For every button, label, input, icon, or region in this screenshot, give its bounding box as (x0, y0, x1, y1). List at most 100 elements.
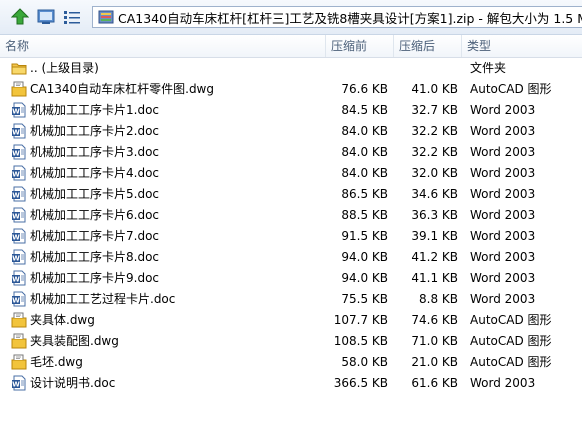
list-item[interactable]: W 机械加工工序卡片8.doc 94.0 KB 41.2 KB Word 2003 (0, 247, 582, 268)
file-type: Word 2003 (470, 292, 536, 306)
file-type: Word 2003 (470, 145, 536, 159)
svg-text:W: W (12, 381, 20, 389)
file-name: 机械加工工序卡片5.doc (30, 187, 160, 201)
file-size: 94.0 KB (341, 271, 388, 285)
file-type: Word 2003 (470, 229, 536, 243)
file-compressed-size (398, 58, 458, 79)
svg-text:W: W (12, 234, 20, 242)
column-compressed[interactable]: 压缩后 (394, 35, 462, 57)
file-type: Word 2003 (470, 271, 536, 285)
file-compressed-size: 34.6 KB (411, 187, 458, 201)
svg-text:W: W (12, 150, 20, 158)
file-type: Word 2003 (470, 208, 536, 222)
archive-icon (98, 10, 114, 24)
file-compressed-size: 32.0 KB (411, 166, 458, 180)
file-name: 毛坯.dwg (30, 355, 83, 369)
file-type: 文件夹 (470, 61, 507, 75)
list-item[interactable]: W 机械加工工序卡片3.doc 84.0 KB 32.2 KB Word 2003 (0, 142, 582, 163)
file-compressed-size: 21.0 KB (411, 355, 458, 369)
file-name: 机械加工工序卡片1.doc (30, 103, 160, 117)
file-size (326, 58, 388, 79)
file-name: 夹具体.dwg (30, 313, 95, 327)
file-size: 84.0 KB (341, 166, 388, 180)
view-icon[interactable] (35, 6, 57, 28)
file-size: 94.0 KB (341, 250, 388, 264)
file-type: Word 2003 (470, 376, 536, 390)
list-item[interactable]: W 机械加工工艺过程卡片.doc 75.5 KB 8.8 KB Word 2003 (0, 289, 582, 310)
file-type: AutoCAD 图形 (470, 334, 552, 348)
list-item[interactable]: W 机械加工工序卡片5.doc 86.5 KB 34.6 KB Word 2003 (0, 184, 582, 205)
list-item[interactable]: 夹具体.dwg 107.7 KB 74.6 KB AutoCAD 图形 (0, 310, 582, 331)
file-name: 机械加工工序卡片3.doc (30, 145, 160, 159)
list-item[interactable]: 毛坯.dwg 58.0 KB 21.0 KB AutoCAD 图形 (0, 352, 582, 373)
column-size[interactable]: 压缩前 (326, 35, 394, 57)
file-size: 107.7 KB (333, 313, 388, 327)
svg-text:W: W (12, 171, 20, 179)
svg-text:W: W (12, 213, 20, 221)
column-name[interactable]: 名称 (0, 35, 326, 57)
file-list: .. (上级目录) 文件夹 CA1340自动车床杠杆零件图.dwg 76.6 KB 41… (0, 58, 582, 394)
file-type: Word 2003 (470, 124, 536, 138)
file-compressed-size: 39.1 KB (411, 229, 458, 243)
svg-text:W: W (12, 255, 20, 263)
file-compressed-size: 74.6 KB (411, 313, 458, 327)
list-item[interactable]: W 机械加工工序卡片2.doc 84.0 KB 32.2 KB Word 2003 (0, 121, 582, 142)
file-compressed-size: 41.1 KB (411, 271, 458, 285)
file-compressed-size: 32.7 KB (411, 103, 458, 117)
file-name: .. (上级目录) (30, 61, 99, 75)
svg-text:W: W (12, 192, 20, 200)
file-type: Word 2003 (470, 187, 536, 201)
file-size: 84.0 KB (341, 145, 388, 159)
list-item[interactable]: W 机械加工工序卡片9.doc 94.0 KB 41.1 KB Word 2003 (0, 268, 582, 289)
file-compressed-size: 32.2 KB (411, 124, 458, 138)
file-size: 366.5 KB (333, 376, 388, 390)
file-name: 机械加工工序卡片2.doc (30, 124, 160, 138)
archive-path: CA1340自动车床杠杆[杠杆三]工艺及铣8槽夹具设计[方案1].zip - 解… (118, 10, 582, 26)
file-name: 机械加工工序卡片9.doc (30, 271, 160, 285)
file-type: AutoCAD 图形 (470, 82, 552, 96)
svg-text:W: W (12, 129, 20, 137)
file-size: 75.5 KB (341, 292, 388, 306)
toolbar: CA1340自动车床杠杆[杠杆三]工艺及铣8槽夹具设计[方案1].zip - 解… (0, 0, 582, 35)
file-size: 76.6 KB (341, 82, 388, 96)
svg-text:W: W (12, 276, 20, 284)
list-item[interactable]: W 机械加工工序卡片7.doc 91.5 KB 39.1 KB Word 2003 (0, 226, 582, 247)
file-compressed-size: 41.2 KB (411, 250, 458, 264)
svg-text:W: W (12, 297, 20, 305)
file-compressed-size: 61.6 KB (411, 376, 458, 390)
list-item[interactable]: .. (上级目录) 文件夹 (0, 58, 582, 79)
file-compressed-size: 41.0 KB (411, 82, 458, 96)
file-type: Word 2003 (470, 103, 536, 117)
file-name: 机械加工工序卡片4.doc (30, 166, 160, 180)
list-item[interactable]: 夹具装配图.dwg 108.5 KB 71.0 KB AutoCAD 图形 (0, 331, 582, 352)
file-name: 机械加工工艺过程卡片.doc (30, 292, 176, 306)
file-size: 91.5 KB (341, 229, 388, 243)
file-size: 108.5 KB (333, 334, 388, 348)
list-item[interactable]: W 机械加工工序卡片6.doc 88.5 KB 36.3 KB Word 2003 (0, 205, 582, 226)
list-item[interactable]: W 设计说明书.doc 366.5 KB 61.6 KB Word 2003 (0, 373, 582, 394)
column-type[interactable]: 类型 (462, 35, 582, 57)
file-type: AutoCAD 图形 (470, 313, 552, 327)
file-type: Word 2003 (470, 166, 536, 180)
svg-text:W: W (12, 108, 20, 116)
list-item[interactable]: W 机械加工工序卡片4.doc 84.0 KB 32.0 KB Word 2003 (0, 163, 582, 184)
list-item[interactable]: CA1340自动车床杠杆零件图.dwg 76.6 KB 41.0 KB AutoCAD… (0, 79, 582, 100)
file-size: 86.5 KB (341, 187, 388, 201)
file-type: Word 2003 (470, 250, 536, 264)
file-compressed-size: 71.0 KB (411, 334, 458, 348)
file-name: 夹具装配图.dwg (30, 334, 119, 348)
file-size: 84.0 KB (341, 124, 388, 138)
file-type: AutoCAD 图形 (470, 355, 552, 369)
file-compressed-size: 32.2 KB (411, 145, 458, 159)
file-size: 84.5 KB (341, 103, 388, 117)
file-compressed-size: 8.8 KB (419, 292, 458, 306)
file-name: 机械加工工序卡片6.doc (30, 208, 160, 222)
column-header: 名称 压缩前 压缩后 类型 (0, 35, 582, 58)
file-name: 机械加工工序卡片7.doc (30, 229, 160, 243)
list-item[interactable]: W 机械加工工序卡片1.doc 84.5 KB 32.7 KB Word 2003 (0, 100, 582, 121)
details-list-icon[interactable] (61, 6, 83, 28)
file-name: 设计说明书.doc (30, 376, 116, 390)
address-bar[interactable]: CA1340自动车床杠杆[杠杆三]工艺及铣8槽夹具设计[方案1].zip - 解… (92, 6, 582, 28)
up-arrow-icon[interactable] (9, 6, 31, 28)
file-size: 88.5 KB (341, 208, 388, 222)
